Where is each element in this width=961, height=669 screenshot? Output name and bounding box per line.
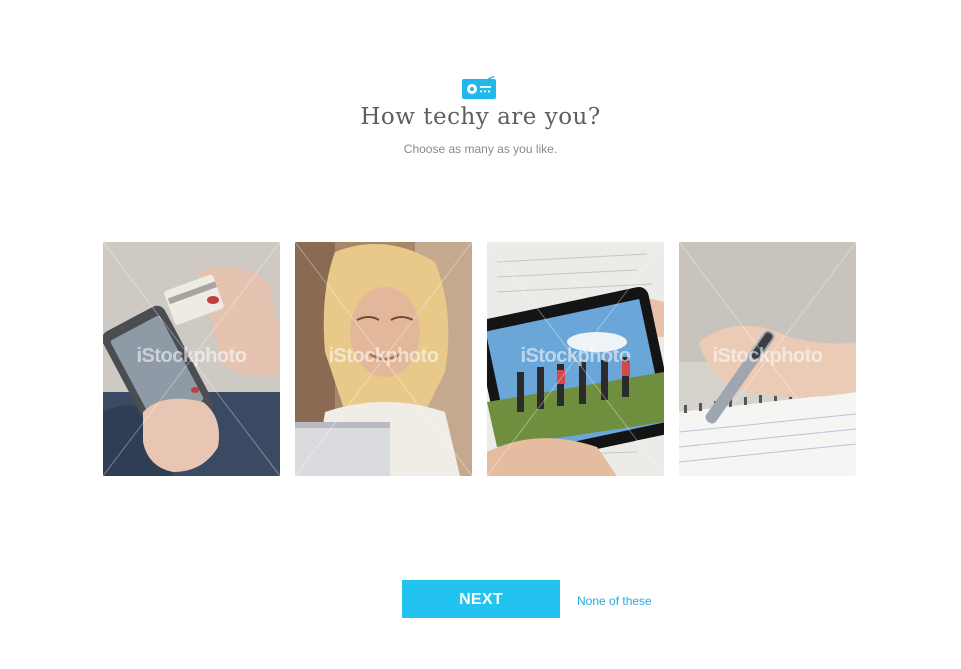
option-card-smartphone-photo[interactable]: iStockphoto	[487, 242, 664, 476]
none-of-these-link[interactable]: None of these	[577, 594, 652, 608]
page-title: How techy are you?	[360, 104, 601, 130]
option-cards: iStockphoto iStockphoto iStockphoto iSto…	[103, 242, 856, 476]
option-card-woman-laptop[interactable]: iStockphoto	[295, 242, 472, 476]
phone-and-credit-card-photo	[103, 242, 280, 476]
smartphone-photo-of-group	[487, 242, 664, 476]
woman-at-laptop-photo	[295, 242, 472, 476]
hand-writing-with-pen-photo	[679, 242, 856, 476]
radio-icon	[462, 76, 496, 99]
page-subtitle: Choose as many as you like.	[403, 142, 558, 156]
option-card-writing[interactable]: iStockphoto	[679, 242, 856, 476]
option-card-phone-payment[interactable]: iStockphoto	[103, 242, 280, 476]
quiz-page: How techy are you? Choose as many as you…	[0, 0, 961, 669]
next-button[interactable]: NEXT	[402, 580, 560, 618]
